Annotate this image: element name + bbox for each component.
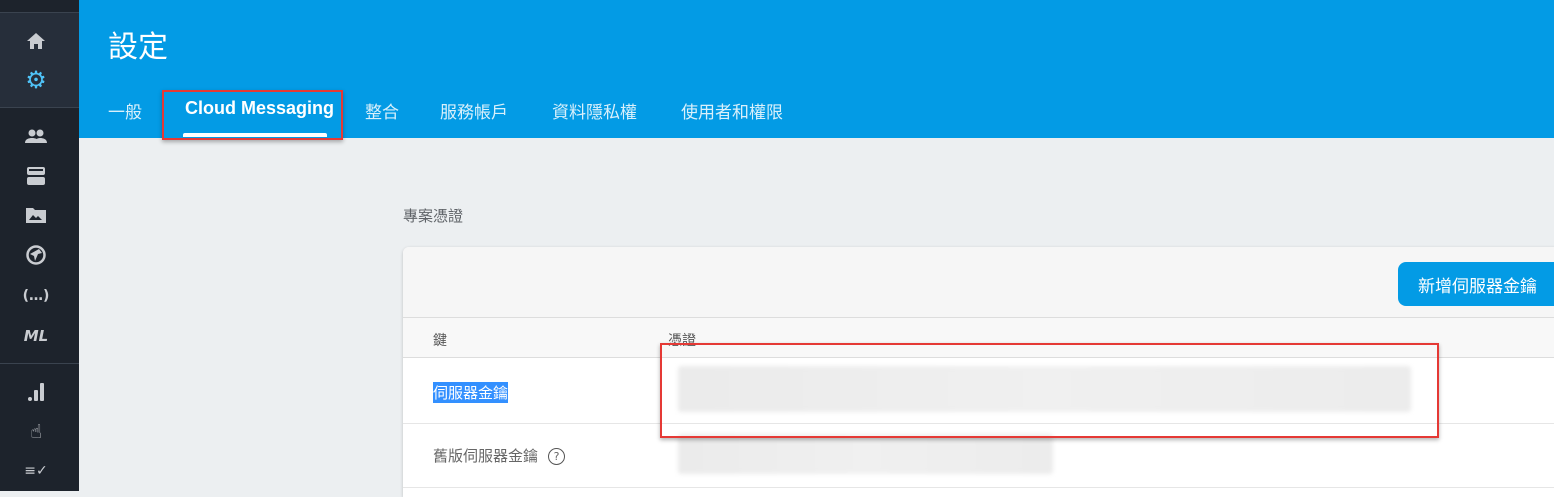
tab-data-privacy[interactable]: 資料隱私權 [552,98,637,123]
page-title: 設定 [108,30,168,65]
legacy-server-key-label: 舊版伺服器金鑰 [433,447,539,465]
tab-users-permissions[interactable]: 使用者和權限 [681,98,783,123]
storage-folder-icon[interactable] [24,203,48,227]
divider [0,363,79,364]
database-icon[interactable] [24,164,48,188]
tab-service-accounts[interactable]: 服務帳戶 [440,98,508,123]
column-header-key: 鍵 [433,333,447,349]
sidebar: ⚙ (…) ML ☝ ≡✓ [0,0,79,491]
tab-integrations[interactable]: 整合 [365,98,399,123]
analytics-icon[interactable] [24,380,48,404]
tab-general[interactable]: 一般 [108,98,142,123]
home-icon[interactable] [24,29,48,53]
gear-icon[interactable]: ⚙ [24,66,48,94]
touch-icon[interactable]: ☝ [24,420,48,444]
divider [0,12,79,13]
section-label: 專案憑證 [403,207,464,225]
legacy-key-value-blurred[interactable] [678,434,1053,474]
server-key-label: 伺服器金鑰 [433,382,509,403]
hosting-globe-icon[interactable] [24,243,48,267]
help-icon[interactable]: ? [548,448,566,465]
divider [0,107,79,108]
highlight-box-tab [162,90,343,140]
highlight-box-credential [660,343,1439,438]
ml-icon[interactable]: ML [24,324,49,348]
functions-icon[interactable]: (…) [23,284,50,308]
users-icon[interactable] [24,124,48,148]
checklist-icon[interactable]: ≡✓ [24,459,48,483]
add-server-key-button[interactable]: 新增伺服器金鑰 [1398,262,1554,306]
card-toolbar: 新增伺服器金鑰 [403,247,1554,318]
